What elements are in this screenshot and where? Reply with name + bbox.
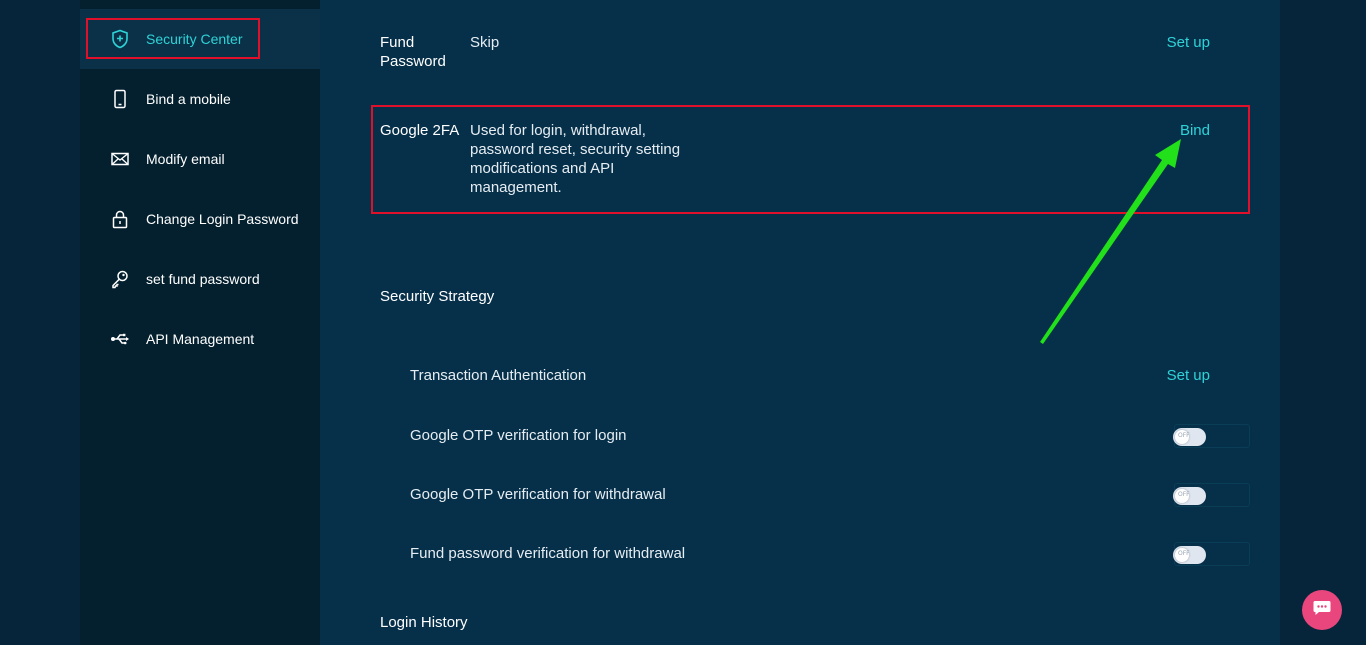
page-right-margin — [1280, 0, 1366, 645]
sidebar-item-bind-mobile[interactable]: Bind a mobile — [80, 69, 320, 129]
security-strategy-title: Security Strategy — [380, 288, 495, 305]
fund-password-row: Fund Password Skip Set up — [380, 33, 1210, 73]
sidebar-item-label: set fund password — [146, 271, 260, 287]
google-2fa-bind-link[interactable]: Bind — [1180, 121, 1210, 140]
google-otp-withdrawal-row: Google OTP verification for withdrawal O… — [410, 483, 1250, 507]
sidebar-item-set-fund-password[interactable]: set fund password — [80, 249, 320, 309]
page-left-margin — [0, 0, 80, 645]
fund-password-withdrawal-row: Fund password verification for withdrawa… — [410, 542, 1250, 566]
toggle-track: OFF — [1173, 546, 1206, 564]
google-otp-login-toggle[interactable]: OFF — [1173, 424, 1250, 448]
toggle-state-text: OFF — [1178, 491, 1190, 498]
google-2fa-row: Google 2FA Used for login, withdrawal, p… — [380, 121, 1210, 201]
security-settings-panel: Fund Password Skip Set up Google 2FA Use… — [320, 0, 1280, 645]
transaction-authentication-setup-link[interactable]: Set up — [1167, 367, 1210, 384]
google-2fa-label: Google 2FA — [380, 122, 460, 139]
toggle-track: OFF — [1173, 487, 1206, 505]
fund-password-description: Skip — [470, 34, 500, 51]
toggle-state-text: OFF — [1178, 550, 1190, 557]
sidebar-item-label: API Management — [146, 331, 255, 347]
usb-icon — [110, 329, 130, 349]
toggle-state-text: OFF — [1178, 432, 1190, 439]
sidebar-item-label: Modify email — [146, 151, 225, 167]
sidebar-item-label: Bind a mobile — [146, 91, 231, 107]
mobile-icon — [110, 89, 130, 109]
shield-icon — [110, 29, 130, 49]
fund-password-label: Fund Password — [380, 34, 446, 70]
sidebar-item-label: Security Center — [146, 31, 243, 47]
google-otp-withdrawal-toggle[interactable]: OFF — [1173, 483, 1250, 507]
chat-support-button[interactable] — [1302, 590, 1342, 630]
toggle-track: OFF — [1173, 428, 1206, 446]
fund-password-withdrawal-toggle[interactable]: OFF — [1173, 542, 1250, 566]
login-history-title: Login History — [380, 614, 468, 631]
sidebar-item-security-center[interactable]: Security Center — [80, 9, 320, 69]
sidebar-item-label: Change Login Password — [146, 211, 299, 227]
sidebar-item-modify-email[interactable]: Modify email — [80, 129, 320, 189]
fund-password-withdrawal-label: Fund password verification for withdrawa… — [410, 545, 686, 562]
fund-password-setup-link[interactable]: Set up — [1167, 33, 1210, 52]
transaction-authentication-row: Transaction Authentication Set up — [410, 364, 1250, 388]
chat-icon — [1313, 600, 1331, 621]
key-icon — [110, 269, 130, 289]
sidebar-item-change-login-password[interactable]: Change Login Password — [80, 189, 320, 249]
transaction-authentication-label: Transaction Authentication — [410, 367, 587, 384]
sidebar: Security Center Bind a mobile Modify ema… — [80, 0, 320, 645]
google-otp-login-row: Google OTP verification for login OFF — [410, 424, 1250, 448]
google-otp-withdrawal-label: Google OTP verification for withdrawal — [410, 486, 666, 503]
lock-icon — [110, 209, 130, 229]
google-otp-login-label: Google OTP verification for login — [410, 427, 627, 444]
google-2fa-description: Used for login, withdrawal, password res… — [470, 122, 681, 196]
sidebar-item-api-management[interactable]: API Management — [80, 309, 320, 369]
email-icon — [110, 149, 130, 169]
